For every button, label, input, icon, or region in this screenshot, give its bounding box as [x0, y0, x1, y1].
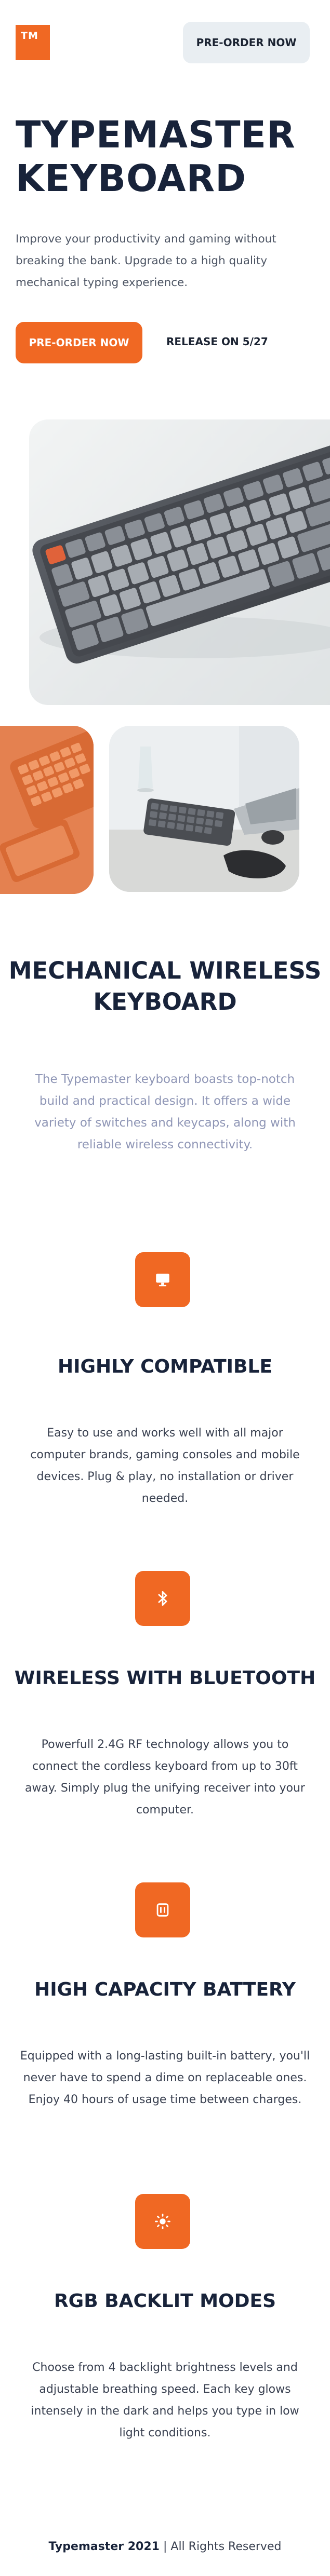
- feature-title: HIGHLY COMPATIBLE: [57, 1356, 273, 1377]
- keyboard-illustration: [32, 443, 330, 664]
- hero-description: Improve your productivity and gaming wit…: [16, 233, 276, 289]
- footer-rights: All Rights Reserved: [170, 2540, 282, 2553]
- feature-icon-box: [135, 1882, 190, 1937]
- footer-separator: |: [159, 2540, 171, 2553]
- footer: Typemaster 2021 | All Rights Reserved: [0, 2540, 330, 2553]
- logo-text: TM: [21, 30, 38, 42]
- feature-icon-box: [135, 1571, 190, 1626]
- intro-title: MECHANICAL WIRELESS KEYBOARD: [8, 957, 322, 1015]
- desk-setup-image: [109, 726, 299, 892]
- orange-keyboard-illustration: [0, 726, 94, 894]
- feature-title: HIGH CAPACITY BATTERY: [34, 1979, 296, 2000]
- hero-keyboard-image: [29, 419, 330, 705]
- feature-description: Equipped with a long-lasting built-in ba…: [20, 2050, 310, 2106]
- intro-description: The Typemaster keyboard boasts top-notch…: [34, 1073, 296, 1151]
- bluetooth-icon: [158, 1591, 167, 1606]
- feature-title: RGB BACKLIT MODES: [54, 2290, 276, 2312]
- desk-setup-illustration: [109, 726, 299, 892]
- footer-brand: Typemaster 2021: [48, 2540, 160, 2553]
- monitor-icon: [156, 1273, 169, 1286]
- orange-keyboard-image: [0, 726, 94, 894]
- feature-description: Powerfull 2.4G RF technology allows you …: [25, 1738, 305, 1816]
- logo[interactable]: TM: [16, 25, 50, 60]
- feature-description: Choose from 4 backlight brightness level…: [31, 2361, 299, 2439]
- battery-icon: [156, 1903, 169, 1917]
- hero-title: TYPEMASTER KEYBOARD: [16, 113, 296, 200]
- header-preorder-button[interactable]: PRE-ORDER NOW: [183, 22, 310, 63]
- release-date-link[interactable]: RELEASE ON 5/27: [166, 335, 268, 348]
- feature-description: Easy to use and works well with all majo…: [30, 1427, 300, 1505]
- feature-icon-box: [135, 1252, 190, 1307]
- feature-icon-box: [135, 2194, 190, 2249]
- brightness-icon: [155, 2214, 170, 2229]
- hero-preorder-button[interactable]: PRE-ORDER NOW: [16, 322, 142, 363]
- feature-title: WIRELESS WITH BLUETOOTH: [14, 1667, 316, 1689]
